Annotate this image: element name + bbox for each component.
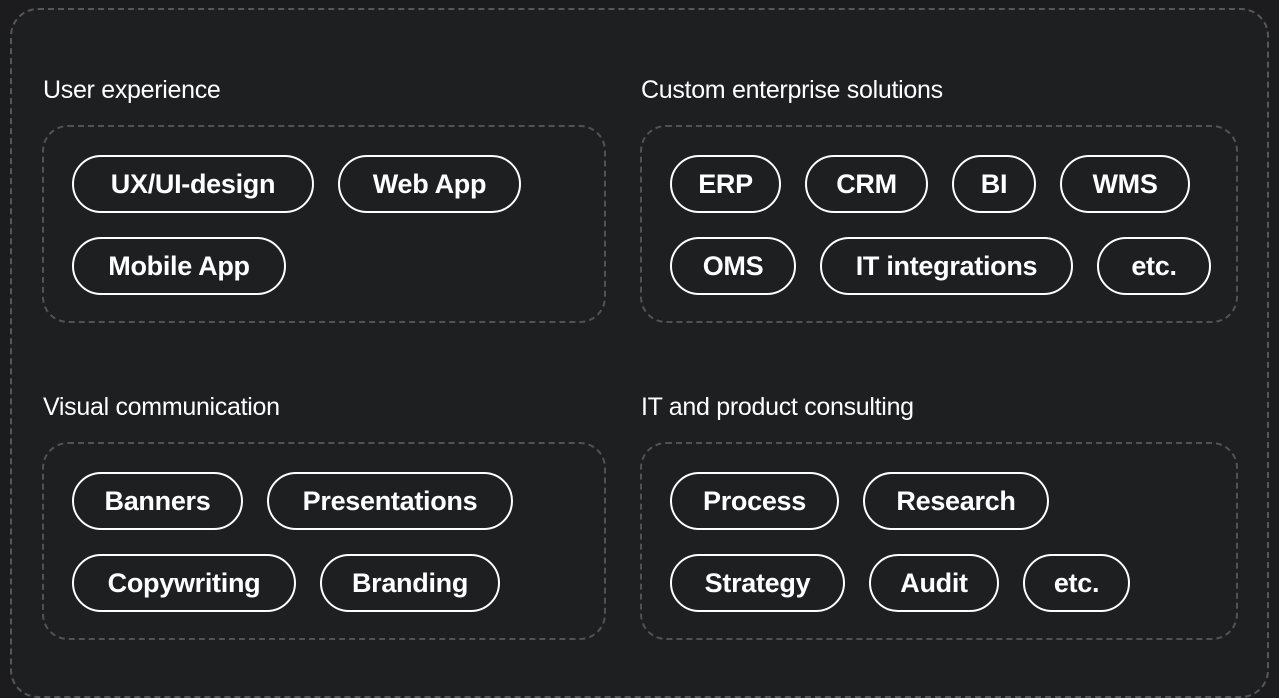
tag-row: UX/UI-design Web App xyxy=(72,155,521,213)
tag-copywriting[interactable]: Copywriting xyxy=(72,554,296,612)
tag-row: OMS IT integrations etc. xyxy=(670,237,1211,295)
tag-group-user-experience: UX/UI-design Web App Mobile App xyxy=(42,125,606,323)
section-title: IT and product consulting xyxy=(641,393,914,421)
tag-banners[interactable]: Banners xyxy=(72,472,243,530)
tag-row: Mobile App xyxy=(72,237,286,295)
tag-etc[interactable]: etc. xyxy=(1023,554,1130,612)
tag-it-integrations[interactable]: IT integrations xyxy=(820,237,1073,295)
tag-research[interactable]: Research xyxy=(863,472,1049,530)
tag-etc[interactable]: etc. xyxy=(1097,237,1211,295)
tag-oms[interactable]: OMS xyxy=(670,237,796,295)
tag-group-visual-communication: Banners Presentations Copywriting Brandi… xyxy=(42,442,606,640)
tag-wms[interactable]: WMS xyxy=(1060,155,1190,213)
tag-row: Banners Presentations xyxy=(72,472,513,530)
tag-group-it-and-product-consulting: Process Research Strategy Audit etc. xyxy=(640,442,1238,640)
tag-group-custom-enterprise-solutions: ERP CRM BI WMS OMS IT integrations etc. xyxy=(640,125,1238,323)
tag-branding[interactable]: Branding xyxy=(320,554,500,612)
tag-web-app[interactable]: Web App xyxy=(338,155,521,213)
tag-strategy[interactable]: Strategy xyxy=(670,554,845,612)
tag-ux-ui-design[interactable]: UX/UI-design xyxy=(72,155,314,213)
tag-row: Copywriting Branding xyxy=(72,554,500,612)
tag-row: Process Research xyxy=(670,472,1049,530)
section-title: Custom enterprise solutions xyxy=(641,76,943,104)
section-title: User experience xyxy=(43,76,221,104)
tag-row: ERP CRM BI WMS xyxy=(670,155,1190,213)
tag-process[interactable]: Process xyxy=(670,472,839,530)
tag-row: Strategy Audit etc. xyxy=(670,554,1130,612)
tag-crm[interactable]: CRM xyxy=(805,155,928,213)
tag-erp[interactable]: ERP xyxy=(670,155,781,213)
tag-mobile-app[interactable]: Mobile App xyxy=(72,237,286,295)
tag-audit[interactable]: Audit xyxy=(869,554,999,612)
tag-bi[interactable]: BI xyxy=(952,155,1036,213)
tag-presentations[interactable]: Presentations xyxy=(267,472,513,530)
section-title: Visual communication xyxy=(43,393,280,421)
